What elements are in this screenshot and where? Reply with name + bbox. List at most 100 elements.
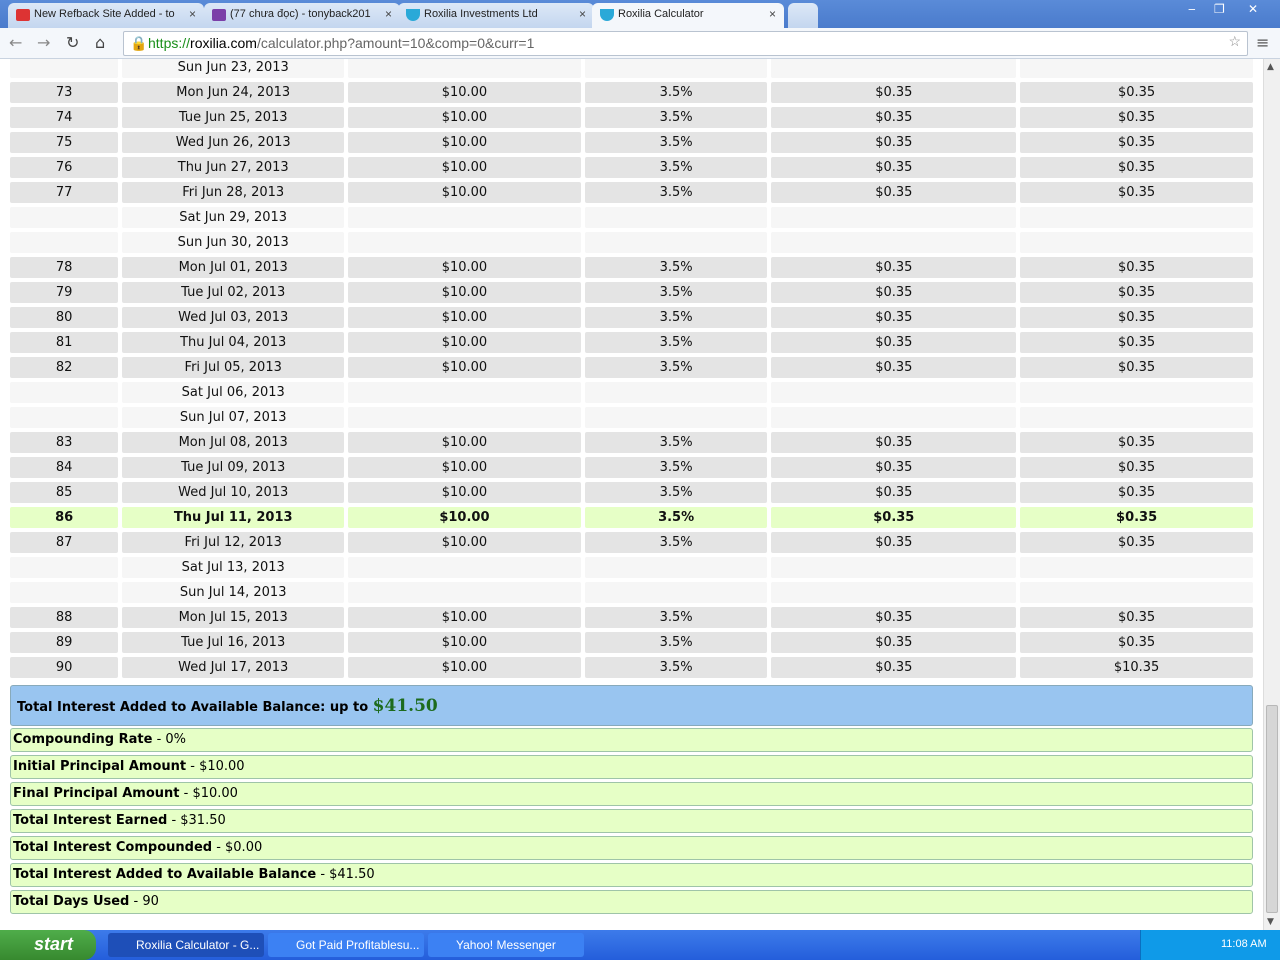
- cell-rate: 3.5%: [584, 332, 768, 353]
- weekend-row: Sun Jul 07, 2013: [10, 407, 1253, 428]
- cell-interest: [771, 582, 1017, 603]
- cell-day-number: [10, 59, 119, 78]
- lock-icon: 🔒: [130, 35, 148, 51]
- cell-interest: $0.35: [771, 632, 1017, 653]
- cell-date: Fri Jun 28, 2013: [122, 182, 345, 203]
- cell-added: $0.35: [1020, 632, 1253, 653]
- reload-icon[interactable]: ↻: [66, 33, 79, 52]
- cell-rate: 3.5%: [584, 482, 768, 503]
- cell-interest: $0.35: [771, 107, 1017, 128]
- start-button[interactable]: start: [0, 930, 96, 960]
- summary-value: - $41.50: [316, 867, 375, 882]
- task-roxilia-calculator[interactable]: Roxilia Calculator - G...: [108, 933, 264, 957]
- table-row: 78 Mon Jul 01, 2013 $10.00 3.5% $0.35 $0.35: [10, 257, 1253, 278]
- cell-interest: $0.35: [771, 282, 1017, 303]
- scroll-down-icon[interactable]: ▼: [1267, 917, 1274, 927]
- weekend-row: Sun Jun 30, 2013: [10, 232, 1253, 253]
- cell-date: Sun Jun 30, 2013: [122, 232, 345, 253]
- cell-interest: [771, 382, 1017, 403]
- cell-interest: $0.35: [771, 357, 1017, 378]
- cell-date: Sun Jul 14, 2013: [122, 582, 345, 603]
- cell-principal: [348, 207, 581, 228]
- cell-interest: [771, 207, 1017, 228]
- cell-date: Sun Jul 07, 2013: [122, 407, 345, 428]
- home-icon[interactable]: ⌂: [95, 33, 105, 52]
- address-bar[interactable]: 🔒 https://roxilia.com/calculator.php?amou…: [123, 31, 1248, 56]
- tab-calculator[interactable]: Roxilia Calculator ×: [592, 3, 784, 28]
- weekend-row: Sat Jul 06, 2013: [10, 382, 1253, 403]
- cell-rate: 3.5%: [584, 507, 768, 528]
- summary-value: - $10.00: [186, 759, 245, 774]
- cell-interest: $0.35: [771, 507, 1017, 528]
- close-icon[interactable]: ×: [769, 7, 776, 21]
- cell-date: Wed Jun 26, 2013: [122, 132, 345, 153]
- cell-rate: 3.5%: [584, 307, 768, 328]
- summary-label: Final Principal Amount: [13, 786, 180, 801]
- task-label: Got Paid Profitablesu...: [296, 938, 420, 952]
- cell-principal: [348, 582, 581, 603]
- table-row: 87 Fri Jul 12, 2013 $10.00 3.5% $0.35 $0.35: [10, 532, 1253, 553]
- cell-day-number: 90: [10, 657, 119, 678]
- cell-added: [1020, 232, 1253, 253]
- cell-added: $0.35: [1020, 132, 1253, 153]
- page-content: Sun Jun 23, 2013 73 Mon Jun 24, 2013 $10.00…: [0, 59, 1263, 930]
- url-path: /calculator.php?amount=10&comp=0&curr=1: [256, 35, 535, 51]
- table-row: 90 Wed Jul 17, 2013 $10.00 3.5% $0.35 $10.35: [10, 657, 1253, 678]
- cell-day-number: [10, 232, 119, 253]
- toolbar: ← → ↻ ⌂ 🔒 https://roxilia.com/calculator.…: [0, 28, 1280, 59]
- url-domain: roxilia.com: [190, 35, 257, 51]
- cell-principal: $10.00: [348, 182, 581, 203]
- cell-day-number: 83: [10, 432, 119, 453]
- new-tab-button[interactable]: [788, 3, 818, 28]
- cell-added: $0.35: [1020, 357, 1253, 378]
- back-icon[interactable]: ←: [9, 33, 22, 52]
- close-icon[interactable]: ×: [579, 7, 586, 21]
- cell-principal: $10.00: [348, 107, 581, 128]
- bookmark-star-icon[interactable]: ☆: [1228, 33, 1241, 50]
- summary-value: - $0.00: [212, 840, 263, 855]
- cell-principal: $10.00: [348, 532, 581, 553]
- cell-rate: 3.5%: [584, 632, 768, 653]
- task-yahoo-messenger[interactable]: Yahoo! Messenger: [428, 933, 584, 957]
- close-window-icon[interactable]: ✕: [1248, 2, 1258, 16]
- table-row: 73 Mon Jun 24, 2013 $10.00 3.5% $0.35 $0.35: [10, 82, 1253, 103]
- cell-rate: 3.5%: [584, 457, 768, 478]
- tab-gmail[interactable]: New Refback Site Added - to ×: [8, 3, 204, 28]
- scrollbar[interactable]: ▲ ▼: [1263, 59, 1280, 930]
- cell-rate: [584, 582, 768, 603]
- table-row: 77 Fri Jun 28, 2013 $10.00 3.5% $0.35 $0.35: [10, 182, 1253, 203]
- close-icon[interactable]: ×: [189, 7, 196, 21]
- cell-rate: 3.5%: [584, 532, 768, 553]
- minimize-icon[interactable]: ‒: [1188, 2, 1196, 16]
- close-icon[interactable]: ×: [385, 7, 392, 21]
- tab-label: Roxilia Investments Ltd: [424, 8, 538, 20]
- cell-added: [1020, 207, 1253, 228]
- summary-label: Total Interest Added to Available Balanc…: [13, 867, 317, 882]
- cell-date: Wed Jul 10, 2013: [122, 482, 345, 503]
- cell-added: $0.35: [1020, 307, 1253, 328]
- cell-added: [1020, 382, 1253, 403]
- weekend-row: Sun Jul 14, 2013: [10, 582, 1253, 603]
- cell-principal: $10.00: [348, 507, 581, 528]
- cell-interest: $0.35: [771, 482, 1017, 503]
- tab-roxilia[interactable]: Roxilia Investments Ltd ×: [398, 3, 594, 28]
- scrollbar-thumb[interactable]: [1266, 705, 1278, 913]
- cell-principal: [348, 232, 581, 253]
- cell-date: Thu Jul 11, 2013: [122, 507, 345, 528]
- gmail-icon: [16, 9, 30, 21]
- cell-added: $0.35: [1020, 182, 1253, 203]
- table-row: 85 Wed Jul 10, 2013 $10.00 3.5% $0.35 $0.35: [10, 482, 1253, 503]
- task-got-paid[interactable]: Got Paid Profitablesu...: [268, 933, 424, 957]
- cell-added: $0.35: [1020, 107, 1253, 128]
- scroll-up-icon[interactable]: ▲: [1267, 62, 1274, 72]
- menu-icon[interactable]: ≡: [1256, 33, 1269, 52]
- forward-icon[interactable]: →: [37, 33, 50, 52]
- restore-icon[interactable]: ❐: [1214, 2, 1225, 16]
- total-label: Total Interest Added to Available Balanc…: [17, 700, 369, 715]
- cell-interest: [771, 232, 1017, 253]
- cell-day-number: 84: [10, 457, 119, 478]
- summary-item: Compounding Rate - 0%: [10, 728, 1253, 752]
- tab-mail[interactable]: (77 chưa đọc) - tonyback201 ×: [204, 3, 400, 28]
- cell-interest: $0.35: [771, 332, 1017, 353]
- cell-added: [1020, 407, 1253, 428]
